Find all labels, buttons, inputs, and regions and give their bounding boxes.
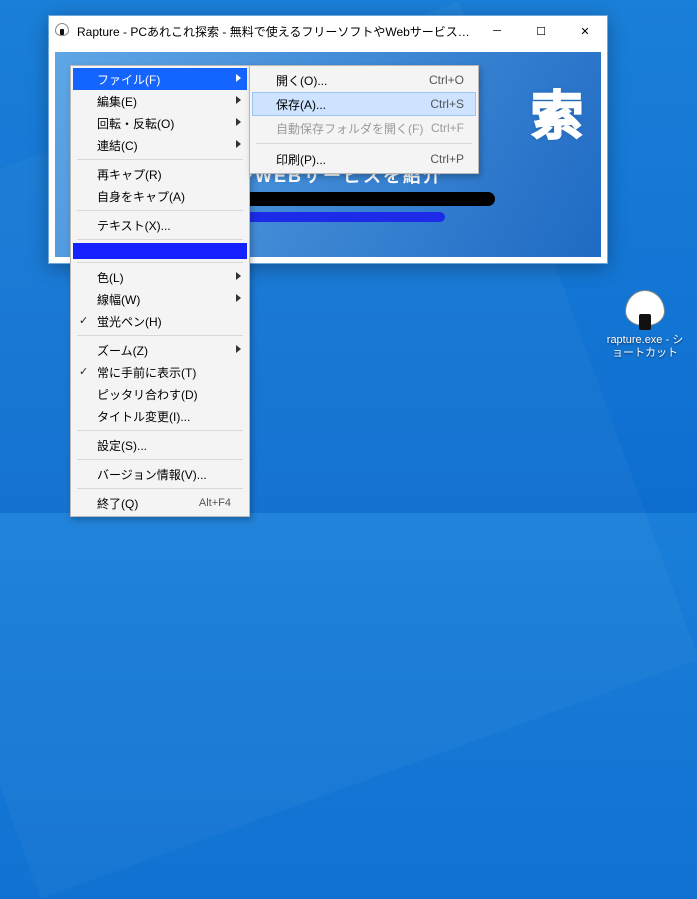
menu-label: 線幅(W) xyxy=(97,291,231,308)
file-submenu: 開く(O)... Ctrl+O 保存(A)... Ctrl+S 自動保存フォルダ… xyxy=(249,65,479,174)
submenu-arrow-icon xyxy=(236,140,241,148)
menu-label: 保存(A)... xyxy=(276,96,430,113)
menu-label: 設定(S)... xyxy=(97,437,231,454)
submenu-arrow-icon xyxy=(236,272,241,280)
menu-label: 自動保存フォルダを開く(F) xyxy=(276,120,431,137)
menu-item-color[interactable]: 色(L) xyxy=(73,266,247,288)
menu-item-fit[interactable]: ピッタリ合わす(D) xyxy=(73,383,247,405)
menu-separator xyxy=(77,239,243,240)
submenu-arrow-icon xyxy=(236,96,241,104)
menu-item-edit[interactable]: 編集(E) xyxy=(73,90,247,112)
menu-shortcut: Ctrl+S xyxy=(430,97,464,111)
menu-label: 再キャプ(R) xyxy=(97,166,231,183)
menu-item-text[interactable]: テキスト(X)... xyxy=(73,214,247,236)
menu-shortcut: Alt+F4 xyxy=(199,497,231,509)
menu-label: 開く(O)... xyxy=(276,72,429,89)
menu-separator xyxy=(77,459,243,460)
menu-item-settings[interactable]: 設定(S)... xyxy=(73,434,247,456)
menu-label: 蛍光ペン(H) xyxy=(97,313,231,330)
desktop-shortcut-label: rapture.exe - ショートカット xyxy=(603,334,687,360)
menu-label: タイトル変更(I)... xyxy=(97,408,231,425)
submenu-arrow-icon xyxy=(236,294,241,302)
menu-separator xyxy=(77,430,243,431)
menu-label: テキスト(X)... xyxy=(97,217,231,234)
menu-item-title-change[interactable]: タイトル変更(I)... xyxy=(73,405,247,427)
menu-item-linewidth[interactable]: 線幅(W) xyxy=(73,288,247,310)
menu-shortcut: Ctrl+F xyxy=(431,121,464,135)
menu-item-version[interactable]: バージョン情報(V)... xyxy=(73,463,247,485)
menu-label: ピッタリ合わす(D) xyxy=(97,386,231,403)
menu-item-recap[interactable]: 再キャプ(R) xyxy=(73,163,247,185)
app-icon xyxy=(55,23,71,39)
menu-item-highlighter[interactable]: ✓ 蛍光ペン(H) xyxy=(73,310,247,332)
desktop-shortcut[interactable]: rapture.exe - ショートカット xyxy=(603,290,687,360)
submenu-item-print[interactable]: 印刷(P)... Ctrl+P xyxy=(252,147,476,171)
check-icon: ✓ xyxy=(79,365,88,378)
menu-label: 編集(E) xyxy=(97,93,231,110)
menu-shortcut: Ctrl+P xyxy=(430,152,464,166)
submenu-item-open-autosave-folder[interactable]: 自動保存フォルダを開く(F) Ctrl+F xyxy=(252,116,476,140)
menu-item-file[interactable]: ファイル(F) xyxy=(73,68,247,90)
window-title: Rapture - PCあれこれ探索 - 無料で使えるフリーソフトやWebサービ… xyxy=(77,23,475,40)
menu-separator xyxy=(256,143,472,144)
submenu-arrow-icon xyxy=(236,74,241,82)
menu-label: ファイル(F) xyxy=(97,71,231,88)
menu-item-selfcap[interactable]: 自身をキャプ(A) xyxy=(73,185,247,207)
maximize-button[interactable]: ☐ xyxy=(519,16,563,46)
menu-label: 自身をキャプ(A) xyxy=(97,188,231,205)
menu-label: 回転・反転(O) xyxy=(97,115,231,132)
menu-label: ズーム(Z) xyxy=(97,342,231,359)
close-button[interactable]: ✕ xyxy=(563,16,607,46)
menu-separator xyxy=(77,210,243,211)
menu-item-exit[interactable]: 終了(Q) Alt+F4 xyxy=(73,492,247,514)
menu-item-zoom[interactable]: ズーム(Z) xyxy=(73,339,247,361)
menu-label: 連結(C) xyxy=(97,137,231,154)
menu-label: 印刷(P)... xyxy=(276,151,430,168)
menu-label: 色(L) xyxy=(97,269,231,286)
menu-label: 終了(Q) xyxy=(97,495,199,512)
rapture-icon xyxy=(625,290,665,330)
menu-label: 常に手前に表示(T) xyxy=(97,364,231,381)
menu-shortcut: Ctrl+O xyxy=(429,73,464,87)
menu-label: バージョン情報(V)... xyxy=(97,466,231,483)
menu-item-link[interactable]: 連結(C) xyxy=(73,134,247,156)
submenu-item-save[interactable]: 保存(A)... Ctrl+S xyxy=(252,92,476,116)
submenu-arrow-icon xyxy=(236,345,241,353)
menu-item-blank-selected[interactable] xyxy=(73,243,247,259)
menu-item-topmost[interactable]: ✓ 常に手前に表示(T) xyxy=(73,361,247,383)
menu-separator xyxy=(77,488,243,489)
titlebar[interactable]: Rapture - PCあれこれ探索 - 無料で使えるフリーソフトやWebサービ… xyxy=(49,16,607,46)
check-icon: ✓ xyxy=(79,314,88,327)
submenu-item-open[interactable]: 開く(O)... Ctrl+O xyxy=(252,68,476,92)
menu-separator xyxy=(77,159,243,160)
submenu-arrow-icon xyxy=(236,118,241,126)
menu-separator xyxy=(77,335,243,336)
menu-item-rotate[interactable]: 回転・反転(O) xyxy=(73,112,247,134)
content-heading: 索 xyxy=(531,74,583,149)
menu-separator xyxy=(77,262,243,263)
context-menu: ファイル(F) 編集(E) 回転・反転(O) 連結(C) 再キャプ(R) 自身を… xyxy=(70,65,250,517)
minimize-button[interactable]: ─ xyxy=(475,16,519,46)
